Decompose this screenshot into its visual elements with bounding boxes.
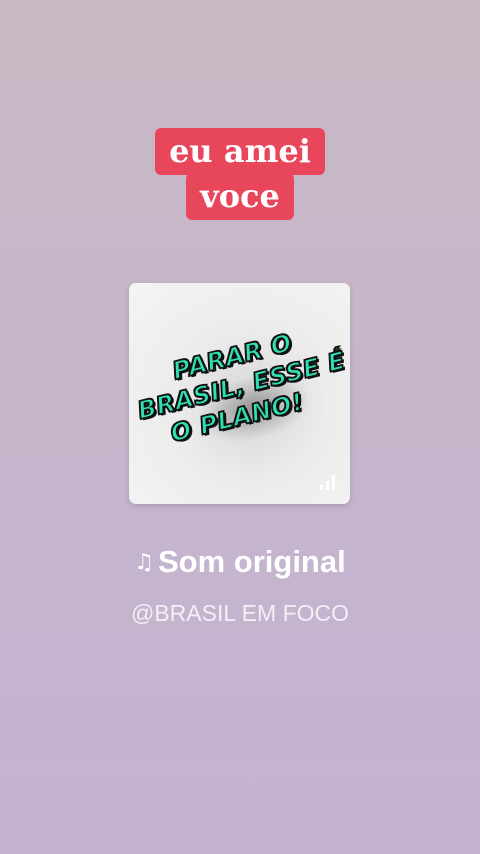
album-cover[interactable]: PARAR O BRASIL, ESSE É O PLANO! [129,283,350,504]
caption-line-2: voce [186,173,294,220]
caption-sticker: eu amei voce [0,128,480,220]
sound-title: Som original [157,544,346,579]
sound-info[interactable]: ♫ Som original [0,544,480,580]
sound-author[interactable]: @BRASIL EM FOCO [0,600,480,627]
caption-line-1: eu amei [155,128,325,175]
music-note-icon: ♫ [134,550,154,575]
signal-bars-icon [320,475,335,490]
